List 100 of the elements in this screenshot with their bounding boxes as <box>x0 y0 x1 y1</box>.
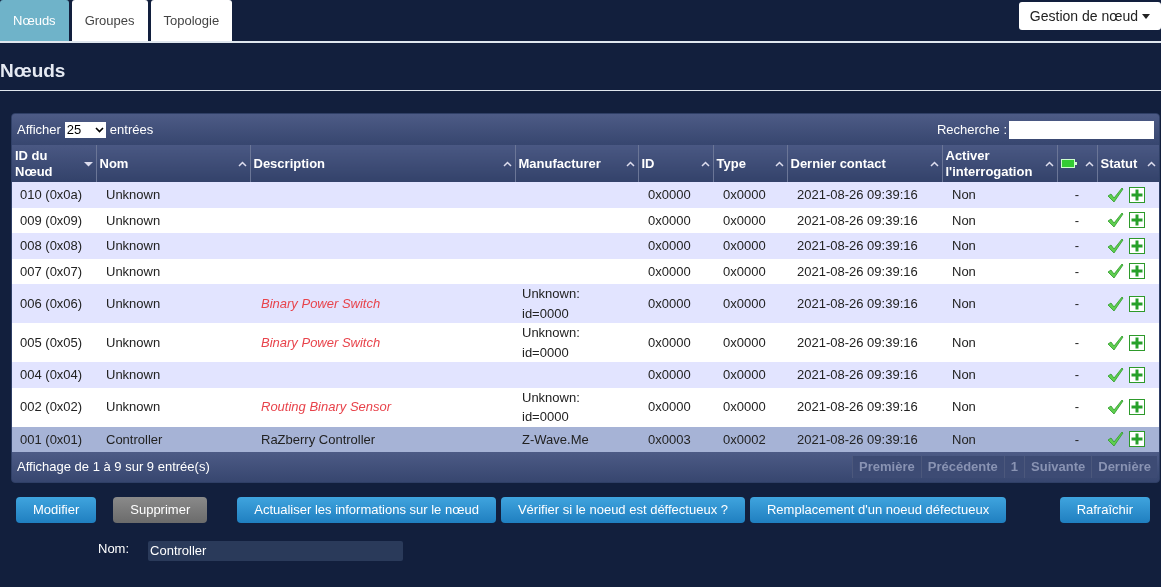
table-cell: 0x0000 <box>648 263 691 279</box>
table-cell: 2021-08-26 09:39:16 <box>797 238 918 253</box>
table-row[interactable]: 008 (0x08) Unknown 0x0000 0x0000 2021-08-26 09:39:16 Non - <box>12 233 1159 259</box>
table-cell: 005 (0x05) <box>20 334 83 350</box>
column-header[interactable]: Type <box>713 145 787 182</box>
table-cell: 0x0000 <box>723 295 766 311</box>
table-row[interactable]: 007 (0x07) Unknown 0x0000 0x0000 2021-08-26 09:39:16 Non - <box>12 258 1159 284</box>
add-icon[interactable] <box>1129 237 1145 254</box>
name-field[interactable]: Controller <box>148 540 404 561</box>
check-icon <box>1107 431 1124 448</box>
tab[interactable]: Topologie <box>150 0 233 41</box>
table-cell: Non <box>952 212 976 228</box>
add-icon[interactable] <box>1129 431 1145 448</box>
check-icon <box>1107 237 1124 254</box>
table-cell: Non <box>952 263 976 279</box>
table-cell: 0x0000 <box>723 367 766 382</box>
table-cell: 0x0000 <box>723 187 766 202</box>
table-cell: 2021-08-26 09:39:16 <box>797 399 918 415</box>
column-header[interactable]: ID du Nœud <box>12 145 96 182</box>
caret-icon <box>1142 13 1150 19</box>
add-icon[interactable] <box>1129 366 1145 383</box>
check-icon <box>1107 263 1124 280</box>
table-cell: 001 (0x01) <box>20 431 83 447</box>
table-cell: Controller <box>106 431 163 447</box>
table-cell: 0x0003 <box>648 431 691 447</box>
table-cell: Z-Wave.Me <box>522 431 589 447</box>
check-icon <box>1107 295 1124 312</box>
name-label: Nom: <box>98 540 130 558</box>
entries-label: entrées <box>109 120 154 139</box>
table-row[interactable]: 005 (0x05) Unknown Binary Power Switch Unknown: id=0000 0x0000 0x0000 2021-08-26 09:39:16 Non - <box>12 323 1159 362</box>
add-icon[interactable] <box>1129 263 1145 280</box>
battery-icon <box>1060 159 1077 168</box>
table-cell: 0x0000 <box>648 367 691 382</box>
table-cell: Unknown <box>106 367 161 382</box>
table-cell: 0x0000 <box>648 295 691 311</box>
table-cell: 009 (0x09) <box>20 212 83 228</box>
table-cell: 0x0000 <box>648 399 691 415</box>
table-cell: 0x0000 <box>723 238 766 253</box>
description-text: Binary Power Switch <box>261 334 381 350</box>
table-cell: 2021-08-26 09:39:16 <box>797 263 918 279</box>
description-text: Binary Power Switch <box>261 295 381 311</box>
page-title: Nœuds <box>0 58 66 83</box>
add-icon[interactable] <box>1129 399 1145 415</box>
table-info: Affichage de 1 à 9 sur 9 entrée(s) <box>17 458 210 477</box>
column-header[interactable]: Nom <box>96 145 250 182</box>
add-icon[interactable] <box>1129 334 1145 351</box>
table-cell: Unknown <box>106 399 161 415</box>
page-size-select[interactable]: 25 <box>64 121 106 138</box>
table-row[interactable]: 004 (0x04) Unknown 0x0000 0x0000 2021-08-26 09:39:16 Non - <box>12 362 1159 388</box>
menu-button[interactable]: Gestion de nœud <box>1018 2 1161 30</box>
tab[interactable]: Groupes <box>71 0 148 41</box>
table-cell: - <box>1074 295 1080 311</box>
table-cell: 0x0002 <box>723 431 766 447</box>
add-icon[interactable] <box>1129 186 1145 203</box>
search-label: Recherche : <box>936 120 1007 139</box>
check-icon <box>1107 334 1124 351</box>
table-cell: 2021-08-26 09:39:16 <box>797 334 918 350</box>
table-cell: 010 (0x0a) <box>20 187 83 202</box>
table-cell: Unknown <box>106 295 161 311</box>
column-header[interactable]: Statut <box>1097 145 1159 182</box>
table-row[interactable]: 006 (0x06) Unknown Binary Power Switch Unknown: id=0000 0x0000 0x0000 2021-08-26 09:39:16 Non - <box>12 284 1159 323</box>
table-cell: Non <box>952 334 976 350</box>
table-cell: Non <box>952 367 976 382</box>
show-label: Afficher <box>17 120 61 139</box>
table-cell: 2021-08-26 09:39:16 <box>797 187 918 202</box>
table-cell: 2021-08-26 09:39:16 <box>797 212 918 228</box>
table-cell: - <box>1074 334 1080 350</box>
table-cell: 007 (0x07) <box>20 263 83 279</box>
table-row[interactable]: 001 (0x01) Controller RaZberry Controller Z-Wave.Me 0x0003 0x0002 2021-08-26 09:39:16 Non - <box>12 426 1159 452</box>
table-row[interactable]: 002 (0x02) Unknown Routing Binary Sensor Unknown: id=0000 0x0000 0x0000 2021-08-26 09:39:16 Non - <box>12 387 1159 427</box>
table-cell: Unknown <box>106 187 161 202</box>
column-header[interactable] <box>1057 145 1097 182</box>
table-cell: Unknown: id=0000 <box>522 389 580 424</box>
description-text: RaZberry Controller <box>261 431 376 447</box>
table-cell: Unknown <box>106 334 161 350</box>
chevron-icon <box>94 126 104 133</box>
column-header[interactable]: Manufacturer <box>515 145 638 182</box>
table-cell: - <box>1074 263 1080 279</box>
table-cell: Non <box>952 238 976 253</box>
table-cell: 008 (0x08) <box>20 238 83 253</box>
table-cell: 0x0000 <box>723 399 766 415</box>
table-row[interactable]: 009 (0x09) Unknown 0x0000 0x0000 2021-08-26 09:39:16 Non - <box>12 207 1159 233</box>
column-header[interactable]: ID <box>638 145 713 182</box>
column-header[interactable]: Activer l'interrogation <box>942 145 1057 182</box>
table-row[interactable]: 010 (0x0a) Unknown 0x0000 0x0000 2021-08-26 09:39:16 Non - <box>12 182 1159 208</box>
search-field[interactable] <box>1009 120 1154 139</box>
action-button[interactable]: Vérifier si le noeud est déffectueux ? <box>500 497 745 523</box>
column-header[interactable]: Dernier contact <box>787 145 942 182</box>
table-cell: Unknown <box>106 238 161 253</box>
add-icon[interactable] <box>1129 295 1145 312</box>
add-icon[interactable] <box>1129 212 1145 229</box>
table-cell: 2021-08-26 09:39:16 <box>797 295 918 311</box>
table-cell: Non <box>952 187 976 202</box>
table-cell: 0x0000 <box>723 334 766 350</box>
table-cell: 006 (0x06) <box>20 295 83 311</box>
check-icon <box>1107 366 1124 383</box>
table-cell: - <box>1074 238 1080 253</box>
column-header[interactable]: Description <box>250 145 515 182</box>
table-cell: Unknown: id=0000 <box>522 286 580 321</box>
table-cell: - <box>1074 367 1080 382</box>
